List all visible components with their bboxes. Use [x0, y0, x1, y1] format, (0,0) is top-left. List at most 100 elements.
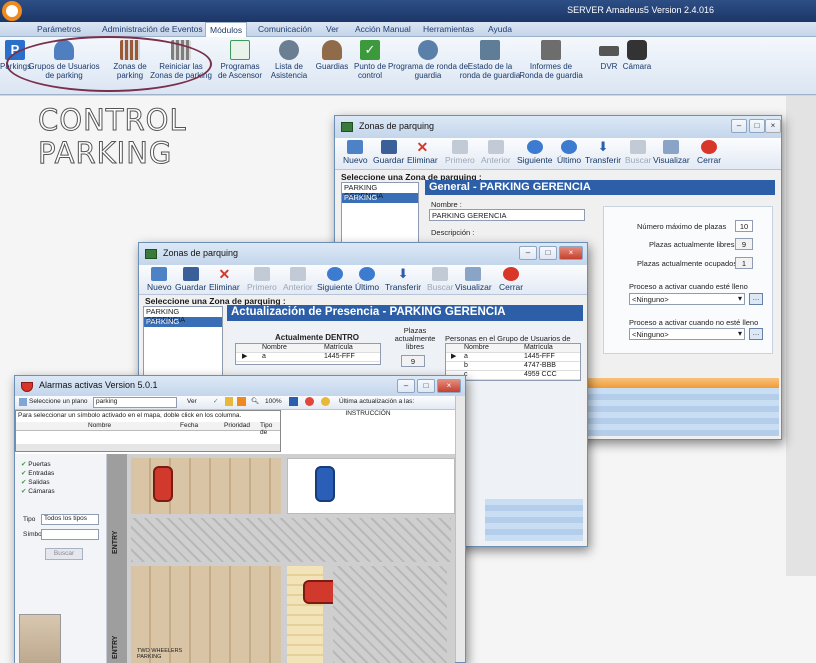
instruccion-header: INSTRUCCIÓN: [345, 410, 391, 417]
menu-accion-manual[interactable]: Acción Manual: [352, 24, 414, 34]
legend-item[interactable]: ✔ Puertas: [21, 460, 55, 469]
menu-parametros[interactable]: Parámetros: [34, 24, 84, 34]
maximize-button[interactable]: □: [749, 119, 765, 133]
alarmas-toolbar: Seleccione un plano parking Ver ✓ 🔍︎ 100…: [15, 396, 465, 410]
cell-nombre: a: [464, 353, 468, 360]
highlight-ellipse: [6, 36, 212, 92]
visualizar-button[interactable]: Visualizar: [455, 267, 492, 292]
close-button[interactable]: ×: [437, 379, 461, 393]
max-plazas-field[interactable]: 10: [735, 220, 753, 232]
highlight-icon[interactable]: [237, 397, 246, 406]
legend-item[interactable]: ✔ Cámaras: [21, 487, 55, 496]
eliminar-button[interactable]: ✕ Eliminar: [209, 267, 240, 292]
menu-ver[interactable]: Ver: [323, 24, 342, 34]
alarm-table-header: Nombre Fecha Prioridad Tipo de: [16, 422, 280, 436]
anterior-button[interactable]: Anterior: [283, 267, 313, 292]
minimap[interactable]: [19, 614, 61, 663]
magnifier-icon[interactable]: 🔍︎: [251, 397, 259, 405]
ribbon-guardias-button[interactable]: Guardias: [314, 40, 350, 71]
anterior-button[interactable]: Anterior: [481, 140, 511, 165]
table-row[interactable]: ▶ a 1445-FFF: [236, 353, 380, 362]
ver-menu[interactable]: Ver: [187, 398, 197, 405]
ribbon-dvr-button[interactable]: DVR: [596, 40, 622, 71]
parking-map[interactable]: ENTRY ENTRY TWO WHEELERS PARKING: [107, 454, 455, 663]
menu-herramientas[interactable]: Herramientas: [420, 24, 477, 34]
proceso-lleno-browse-button[interactable]: …: [749, 293, 763, 305]
transferir-button[interactable]: ⬇ Transferir: [385, 267, 421, 293]
nuevo-button[interactable]: Nuevo: [343, 140, 368, 165]
alarmas-vertical-scrollbar[interactable]: [455, 396, 465, 662]
siguiente-button[interactable]: Siguiente: [517, 140, 552, 165]
close-button[interactable]: ×: [765, 119, 781, 133]
attendance-clock-icon: [279, 40, 299, 60]
legend-tree[interactable]: ✔ Puertas ✔ Entradas ✔ Salidas ✔ Cámaras: [21, 460, 55, 496]
nuevo-button[interactable]: Nuevo: [147, 267, 172, 292]
table-header: Nombre Matrícula: [236, 344, 380, 353]
legend-item[interactable]: ✔ Salidas: [21, 478, 55, 487]
alarm-list-scrollbar[interactable]: [16, 444, 280, 451]
ribbon-informes-ronda-button[interactable]: Informes de Ronda de guardia: [518, 40, 584, 80]
table-row[interactable]: ▶ a 1445-FFF: [446, 353, 580, 362]
menu-modulos[interactable]: Módulos: [205, 22, 248, 37]
zone-list-item[interactable]: PARKING GERENCIA: [342, 183, 418, 200]
ribbon-camara-button[interactable]: Cámara: [620, 40, 654, 71]
alarm-count-icon[interactable]: [305, 397, 314, 406]
nombre-field[interactable]: PARKING GERENCIA: [429, 209, 585, 221]
cerrar-button[interactable]: Cerrar: [499, 267, 523, 292]
buscar-button[interactable]: Buscar: [625, 140, 651, 165]
menu-administracion-eventos[interactable]: Administración de Eventos: [99, 24, 206, 34]
maximize-button[interactable]: □: [539, 246, 557, 260]
minimize-button[interactable]: –: [519, 246, 537, 260]
primero-button[interactable]: Primero: [247, 267, 277, 292]
tipo-select[interactable]: Todos los tipos: [41, 514, 99, 525]
ribbon-punto-control-button[interactable]: ✓ Punto de control: [350, 40, 390, 80]
app-logo-icon[interactable]: [2, 1, 22, 21]
proceso-lleno-select[interactable]: <Ninguno>: [629, 293, 745, 305]
app-title: SERVER Amadeus5 Version 2.4.016: [567, 5, 714, 15]
alarm-list[interactable]: Para seleccionar un símbolo activado en …: [15, 410, 281, 452]
guardar-button[interactable]: Guardar: [175, 267, 206, 292]
car-blue[interactable]: [315, 466, 335, 502]
dentro-table[interactable]: Nombre Matrícula ▶ a 1445-FFF: [235, 343, 381, 365]
print-icon[interactable]: [289, 397, 298, 406]
cell-matricula: 4959 CCC: [524, 371, 557, 378]
table-row[interactable]: b 4747-BBB: [446, 362, 580, 371]
transferir-button[interactable]: ⬇ Transferir: [585, 140, 621, 166]
ribbon-lista-asistencia-button[interactable]: Lista de Asistencia: [268, 40, 310, 80]
table-row[interactable]: c 4959 CCC: [446, 371, 580, 380]
ribbon-estado-ronda-button[interactable]: Estado de la ronda de guardia: [458, 40, 522, 80]
menu-comunicacion[interactable]: Comunicación: [255, 24, 315, 34]
save-icon: [182, 267, 199, 281]
buscar-button[interactable]: Buscar: [45, 548, 83, 560]
plano-select[interactable]: parking: [93, 397, 177, 408]
minimize-button[interactable]: –: [731, 119, 747, 133]
legend-item[interactable]: ✔ Entradas: [21, 469, 55, 478]
close-button[interactable]: ×: [559, 246, 583, 260]
visualizar-button[interactable]: Visualizar: [653, 140, 690, 165]
proceso-no-lleno-select[interactable]: <Ninguno>: [629, 328, 745, 340]
guardar-button[interactable]: Guardar: [373, 140, 404, 165]
zoom-level[interactable]: 100%: [265, 398, 282, 405]
row-indicator-icon: ▶: [242, 353, 248, 360]
zone-list-item[interactable]: PARKING GERENCIA: [144, 307, 222, 324]
ultimo-button[interactable]: Último: [355, 267, 379, 292]
ultimo-button[interactable]: Último: [557, 140, 581, 165]
check-icon[interactable]: ✓: [213, 397, 218, 405]
simbolo-select[interactable]: [41, 529, 99, 540]
cerrar-button[interactable]: Cerrar: [697, 140, 721, 165]
last-icon: [359, 267, 376, 281]
eliminar-button[interactable]: ✕ Eliminar: [407, 140, 438, 165]
maximize-button[interactable]: □: [417, 379, 435, 393]
ribbon-programas-ascensor-button[interactable]: Programas de Ascensor: [216, 40, 264, 80]
buscar-button[interactable]: Buscar: [427, 267, 453, 292]
warning-count-icon[interactable]: [321, 397, 330, 406]
siguiente-button[interactable]: Siguiente: [317, 267, 352, 292]
minimize-button[interactable]: –: [397, 379, 415, 393]
folder-icon[interactable]: [225, 397, 233, 406]
car-red[interactable]: [153, 466, 173, 502]
menu-ayuda[interactable]: Ayuda: [485, 24, 515, 34]
primero-button[interactable]: Primero: [445, 140, 475, 165]
close-power-icon: [701, 140, 718, 154]
search-icon: [432, 267, 449, 281]
proceso-no-lleno-browse-button[interactable]: …: [749, 328, 763, 340]
